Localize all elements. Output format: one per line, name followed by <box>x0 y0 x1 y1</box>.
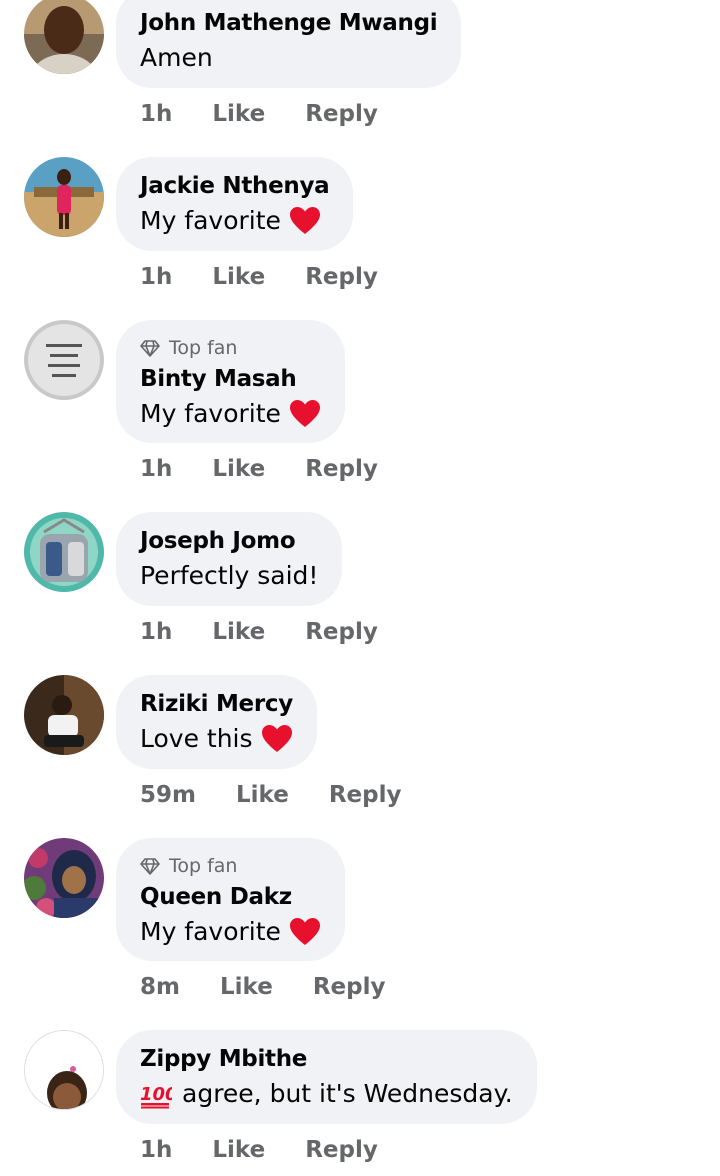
heart-icon <box>289 207 320 234</box>
comment-bubble: Jackie Nthenya My favorite <box>116 157 354 251</box>
reply-button[interactable]: Reply <box>313 974 386 1000</box>
comment-text-content: My favorite <box>140 399 281 428</box>
comment-actions: 59m Like Reply <box>140 780 401 810</box>
comment-time: 59m <box>140 782 196 808</box>
comment-time: 1h <box>140 456 173 482</box>
like-button[interactable]: Like <box>212 619 265 645</box>
reply-button[interactable]: Reply <box>305 101 378 127</box>
comment-time: 1h <box>140 264 173 290</box>
like-button[interactable]: Like <box>220 974 273 1000</box>
svg-text:100: 100 <box>140 1084 172 1105</box>
avatar[interactable] <box>24 320 104 400</box>
avatar[interactable] <box>24 838 104 918</box>
like-button[interactable]: Like <box>212 264 265 290</box>
comment-time: 1h <box>140 619 173 645</box>
reply-button[interactable]: Reply <box>305 619 378 645</box>
commenter-name[interactable]: Jackie Nthenya <box>140 169 330 203</box>
avatar[interactable] <box>24 157 104 237</box>
avatar[interactable] <box>24 675 104 755</box>
comment-text: My favorite <box>140 203 329 239</box>
commenter-name[interactable]: Joseph Jomo <box>140 524 318 558</box>
comment-text-content: Perfectly said! <box>140 561 319 590</box>
comment-actions: 1h Like Reply <box>140 99 378 129</box>
like-button[interactable]: Like <box>212 1137 265 1163</box>
commenter-name[interactable]: Zippy Mbithe <box>140 1042 513 1076</box>
top-fan-label: Top fan <box>169 855 238 877</box>
comment-text: My favorite <box>140 914 321 950</box>
comment-text-content: Amen <box>140 43 213 72</box>
like-button[interactable]: Like <box>212 456 265 482</box>
comment-text: My favorite <box>140 396 321 432</box>
reply-button[interactable]: Reply <box>329 782 402 808</box>
comment-text-content: My favorite <box>140 206 281 235</box>
comment-bubble: John Mathenge Mwangi Amen <box>116 0 462 88</box>
comment-bubble: Top fan Queen Dakz My favorite <box>116 838 345 961</box>
reply-button[interactable]: Reply <box>305 456 378 482</box>
diamond-icon <box>140 340 160 357</box>
like-button[interactable]: Like <box>212 101 265 127</box>
comment-bubble: Top fan Binty Masah My favorite <box>116 320 345 443</box>
comment-text-content: My favorite <box>140 917 281 946</box>
comment-text: Perfectly said! <box>140 558 318 594</box>
commenter-name[interactable]: Queen Dakz <box>140 880 321 914</box>
comment-actions: 1h Like Reply <box>140 1135 378 1165</box>
top-fan-badge: Top fan <box>140 852 321 880</box>
avatar[interactable] <box>24 1030 104 1110</box>
comment-actions: 1h Like Reply <box>140 454 378 484</box>
top-fan-badge: Top fan <box>140 334 321 362</box>
avatar[interactable] <box>24 512 104 592</box>
diamond-icon <box>140 858 160 875</box>
comment-text-content: Love this <box>140 724 253 753</box>
comment-text-content: agree, but it's Wednesday. <box>182 1079 513 1108</box>
comment-text: Amen <box>140 40 437 76</box>
reply-button[interactable]: Reply <box>305 264 378 290</box>
comment-bubble: Joseph Jomo Perfectly said! <box>116 512 343 606</box>
top-fan-label: Top fan <box>169 337 238 359</box>
comment-bubble: Zippy Mbithe 100 agree, but it's Wednesd… <box>116 1030 537 1124</box>
heart-icon <box>289 918 320 945</box>
comment-text: Love this <box>140 721 293 757</box>
commenter-name[interactable]: Binty Masah <box>140 362 321 396</box>
comment-time: 1h <box>140 101 173 127</box>
comment-time: 8m <box>140 974 180 1000</box>
comment-text: 100 agree, but it's Wednesday. <box>140 1076 513 1112</box>
avatar[interactable] <box>24 0 104 74</box>
comment-actions: 1h Like Reply <box>140 262 378 292</box>
reply-button[interactable]: Reply <box>305 1137 378 1163</box>
comment-actions: 8m Like Reply <box>140 972 385 1002</box>
heart-icon <box>261 725 292 752</box>
comment-time: 1h <box>140 1137 173 1163</box>
heart-icon <box>289 400 320 427</box>
comment-actions: 1h Like Reply <box>140 617 378 647</box>
like-button[interactable]: Like <box>236 782 289 808</box>
comment-bubble: Riziki Mercy Love this <box>116 675 317 769</box>
commenter-name[interactable]: Riziki Mercy <box>140 687 293 721</box>
hundred-points-icon: 100 <box>140 1084 172 1109</box>
commenter-name[interactable]: John Mathenge Mwangi <box>140 6 438 40</box>
